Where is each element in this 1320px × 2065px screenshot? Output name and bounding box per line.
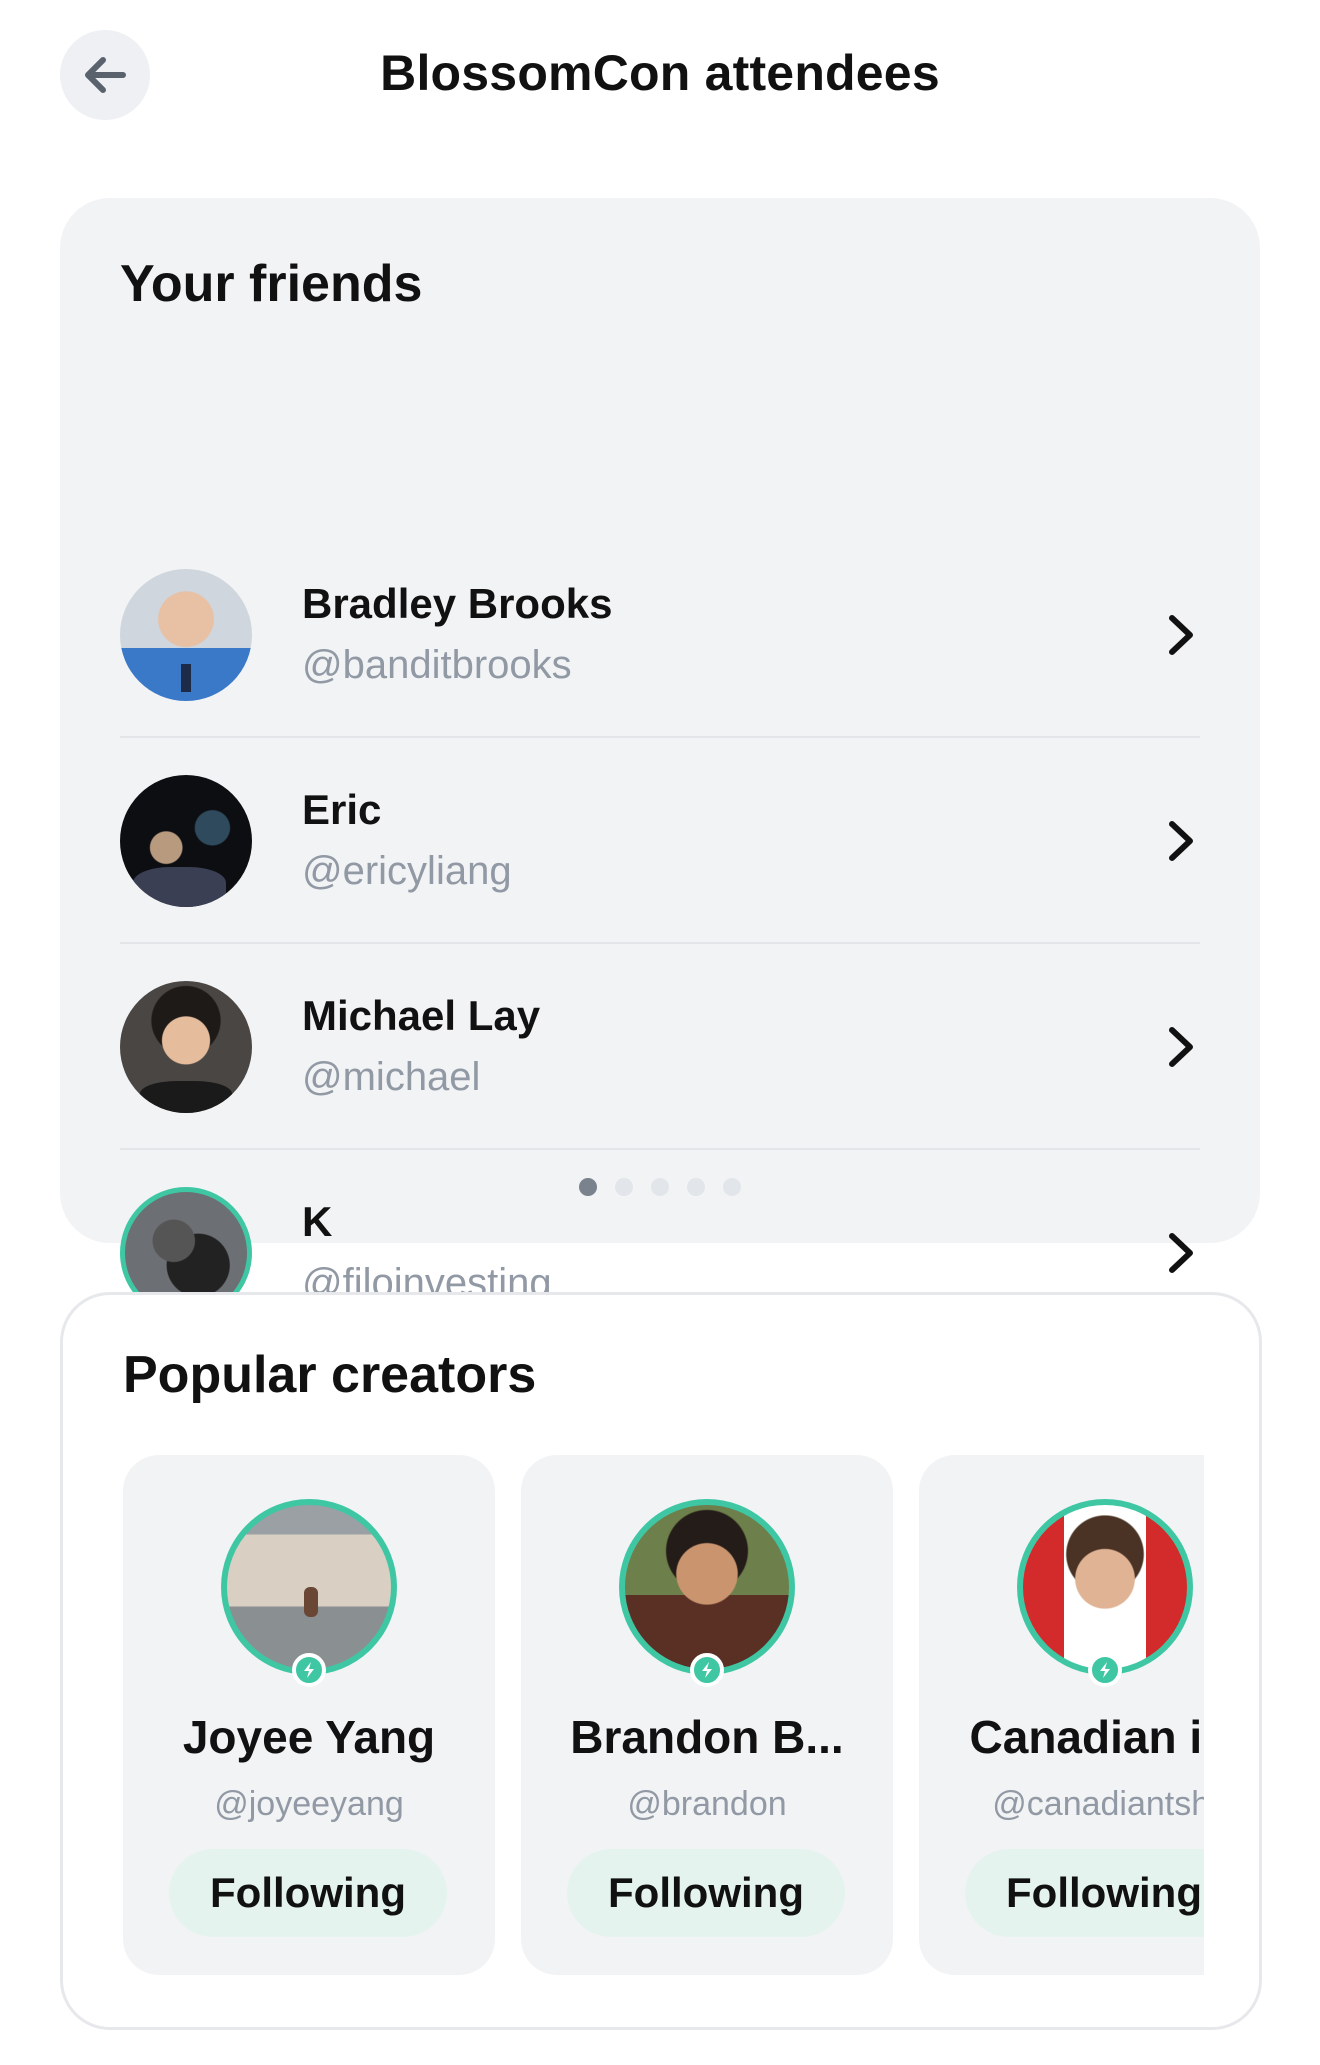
following-button[interactable]: Following [169, 1849, 447, 1937]
avatar [120, 981, 252, 1113]
creator-name: Joyee Yang [182, 1711, 436, 1763]
chevron-right-icon [1169, 1027, 1193, 1067]
chevron-right-icon [1169, 821, 1193, 861]
page-dot[interactable] [723, 1178, 741, 1196]
friend-name: Michael Lay [302, 991, 541, 1039]
verified-badge-icon [1088, 1653, 1122, 1687]
following-button[interactable]: Following [567, 1849, 845, 1937]
creator-handle: @joyeeyang [214, 1785, 404, 1823]
creator-name: Canadian i... [969, 1711, 1204, 1763]
chevron-right-icon [1169, 1233, 1193, 1273]
page-dot[interactable] [651, 1178, 669, 1196]
friend-name: Eric [302, 785, 382, 833]
creators-card: Popular creators Joyee Yang @joyeeyang F… [60, 1292, 1262, 2030]
friend-handle: @ericyliang [302, 849, 512, 894]
creators-carousel[interactable]: Joyee Yang @joyeeyang Following Brandon … [123, 1455, 1204, 1975]
creator-handle: @canadiantshi [992, 1785, 1204, 1823]
friend-name: K [302, 1197, 333, 1245]
friend-handle: @michael [302, 1055, 481, 1100]
creator-card[interactable]: Brandon B... @brandon Following [521, 1455, 893, 1975]
avatar [120, 569, 252, 701]
friend-row[interactable]: Eric @ericyliang [120, 738, 1200, 944]
avatar [120, 775, 252, 907]
creator-card[interactable]: Canadian i... @canadiantshi Following [919, 1455, 1204, 1975]
creators-section-title: Popular creators [123, 1346, 537, 1404]
verified-badge-icon [690, 1653, 724, 1687]
avatar [221, 1499, 397, 1687]
page-dot[interactable] [615, 1178, 633, 1196]
verified-badge-icon [292, 1653, 326, 1687]
avatar [1017, 1499, 1193, 1687]
friends-card: Your friends Bradley Brooks @banditbrook… [60, 198, 1260, 1333]
friends-section-title: Your friends [120, 255, 423, 313]
following-button[interactable]: Following [965, 1849, 1204, 1937]
friend-row[interactable]: Michael Lay @michael [120, 944, 1200, 1150]
creator-card[interactable]: Joyee Yang @joyeeyang Following [123, 1455, 495, 1975]
creator-name: Brandon B... [570, 1711, 844, 1763]
page-dot[interactable] [687, 1178, 705, 1196]
friend-name: Bradley Brooks [302, 579, 613, 627]
creator-handle: @brandon [627, 1785, 787, 1823]
friend-row[interactable]: Bradley Brooks @banditbrooks [120, 532, 1200, 738]
chevron-right-icon [1169, 615, 1193, 655]
pagination-dots[interactable] [60, 1178, 1260, 1196]
friend-handle: @banditbrooks [302, 643, 572, 688]
page-title: BlossomCon attendees [380, 45, 940, 101]
page-dot[interactable] [579, 1178, 597, 1196]
avatar [619, 1499, 795, 1687]
